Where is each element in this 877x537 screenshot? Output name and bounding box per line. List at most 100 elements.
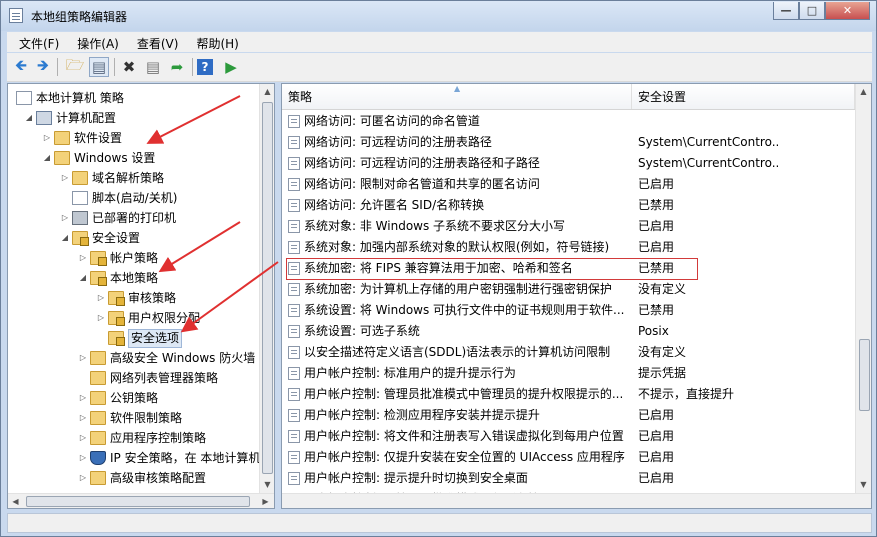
up-folder-icon[interactable]: 🗁 bbox=[65, 56, 85, 77]
policy-name: 用户帐户控制: 仅提升安装在安全位置的 UIAccess 应用程序 bbox=[304, 450, 625, 464]
menu-help[interactable]: 帮助(H) bbox=[184, 32, 244, 52]
tree-horizontal-scrollbar[interactable]: ◀ ▶ bbox=[8, 493, 274, 508]
policy-name: 用户帐户控制: 提示提升时切换到安全桌面 bbox=[304, 471, 528, 485]
policy-row[interactable]: 网络访问: 可远程访问的注册表路径 System\CurrentContro... bbox=[282, 132, 855, 153]
tree-pane: 本地计算机 策略 ◢ 计算机配置 ▷ 软件设置 ◢ Windows 设置 ▷ 域名解析策略 脚本(… bbox=[7, 83, 275, 509]
menu-action[interactable]: 操作(A) bbox=[65, 32, 125, 52]
security-setting-value: 不提示，直接提升 bbox=[638, 387, 735, 401]
back-icon[interactable]: 🡸 bbox=[11, 56, 31, 77]
policy-item-icon bbox=[288, 304, 300, 317]
policy-item-icon bbox=[288, 409, 300, 422]
security-setting-value: 已禁用 bbox=[638, 198, 675, 212]
policy-item-icon bbox=[288, 241, 300, 254]
expand-icon[interactable]: ▷ bbox=[60, 168, 70, 188]
scroll-right-icon[interactable]: ▶ bbox=[258, 494, 273, 508]
folder-icon bbox=[90, 371, 106, 385]
expand-icon[interactable]: ▷ bbox=[78, 408, 88, 428]
policy-row[interactable]: 用户帐户控制: 管理员批准模式中管理员的提升权限提示的... 不提示，直接提升 bbox=[282, 384, 855, 405]
policy-name: 系统加密: 将 FIPS 兼容算法用于加密、哈希和签名 bbox=[304, 261, 573, 275]
policy-row[interactable]: 网络访问: 可远程访问的注册表路径和子路径 System\CurrentContr… bbox=[282, 153, 855, 174]
policy-row[interactable]: 用户帐户控制: 提示提升时切换到安全桌面 已启用 bbox=[282, 468, 855, 489]
policy-row[interactable]: 系统设置: 可选子系统 Posix bbox=[282, 321, 855, 342]
forward-icon[interactable]: 🡺 bbox=[33, 56, 53, 77]
delete-icon[interactable]: ✖ bbox=[119, 57, 139, 77]
expand-icon[interactable]: ▷ bbox=[96, 288, 106, 308]
minimize-button[interactable]: — bbox=[773, 2, 799, 20]
properties-icon[interactable]: ▤ bbox=[143, 57, 163, 77]
menu-file[interactable]: 文件(F) bbox=[7, 32, 65, 52]
expand-icon[interactable]: ▷ bbox=[78, 468, 88, 488]
action-pane-icon[interactable]: ▶ bbox=[221, 57, 241, 77]
maximize-button[interactable]: □ bbox=[799, 2, 825, 20]
export-list-icon[interactable]: ➦ bbox=[167, 57, 187, 77]
policy-row[interactable]: 以安全描述符定义语言(SDDL)语法表示的计算机访问限制 没有定义 bbox=[282, 342, 855, 363]
policy-row[interactable]: 网络访问: 限制对命名管道和共享的匿名访问 已启用 bbox=[282, 174, 855, 195]
policy-row[interactable]: 网络访问: 允许匿名 SID/名称转换 已禁用 bbox=[282, 195, 855, 216]
show-tree-icon[interactable]: ▤ bbox=[89, 57, 109, 77]
scroll-up-icon[interactable]: ▲ bbox=[856, 84, 871, 99]
collapse-icon[interactable]: ◢ bbox=[42, 148, 52, 168]
policy-row[interactable]: 用户帐户控制: 仅提升安装在安全位置的 UIAccess 应用程序 已启用 bbox=[282, 447, 855, 468]
security-setting-value: 没有定义 bbox=[638, 282, 687, 296]
scroll-down-icon[interactable]: ▼ bbox=[856, 477, 871, 492]
tree-hscroll-thumb[interactable] bbox=[26, 496, 250, 507]
help-icon[interactable]: ? bbox=[197, 59, 213, 75]
tree-vertical-scrollbar[interactable]: ▲ ▼ bbox=[259, 84, 274, 493]
expand-icon[interactable]: ▷ bbox=[78, 248, 88, 268]
expand-icon[interactable]: ▷ bbox=[78, 348, 88, 368]
scroll-down-icon[interactable]: ▼ bbox=[260, 477, 274, 492]
expand-icon[interactable]: ▷ bbox=[42, 128, 52, 148]
column-header-security-setting[interactable]: 安全设置 bbox=[632, 84, 855, 109]
expand-icon[interactable]: ▷ bbox=[78, 448, 88, 468]
folder-icon bbox=[54, 131, 70, 145]
policy-item-icon bbox=[288, 283, 300, 296]
scroll-up-icon[interactable]: ▲ bbox=[260, 84, 274, 99]
collapse-icon[interactable]: ◢ bbox=[60, 228, 70, 248]
policy-row[interactable]: 系统对象: 加强内部系统对象的默认权限(例如，符号链接) 已启用 bbox=[282, 237, 855, 258]
tree-item-label: 帐户策略 bbox=[110, 251, 159, 265]
policy-row[interactable]: 用户帐户控制: 标准用户的提升提示行为 提示凭据 bbox=[282, 363, 855, 384]
tree-scroll-thumb[interactable] bbox=[262, 102, 273, 474]
policy-name: 网络访问: 可远程访问的注册表路径 bbox=[304, 135, 492, 149]
policy-item-icon bbox=[288, 430, 300, 443]
collapse-icon[interactable]: ◢ bbox=[78, 268, 88, 288]
policy-row[interactable]: 网络访问: 可匿名访问的命名管道 bbox=[282, 111, 855, 132]
policy-row[interactable]: 用户帐户控制: 将文件和注册表写入错误虚拟化到每用户位置 已启用 bbox=[282, 426, 855, 447]
tree-item-label: 高级审核策略配置 bbox=[110, 471, 207, 485]
gpedit-app-icon bbox=[9, 8, 23, 23]
policy-item-icon bbox=[288, 367, 300, 380]
shield-icon bbox=[90, 451, 106, 465]
title-bar[interactable]: 本地组策略编辑器 — □ ✕ bbox=[1, 1, 876, 31]
policy-row[interactable]: 系统对象: 非 Windows 子系统不要求区分大小写 已启用 bbox=[282, 216, 855, 237]
policy-icon bbox=[16, 91, 32, 105]
policy-row[interactable]: 系统加密: 为计算机上存储的用户密钥强制进行强密钥保护 没有定义 bbox=[282, 279, 855, 300]
list-horizontal-scrollbar[interactable] bbox=[282, 493, 871, 508]
policy-name: 网络访问: 限制对命名管道和共享的匿名访问 bbox=[304, 177, 540, 191]
policy-row[interactable]: 系统设置: 将 Windows 可执行文件中的证书规则用于软件... 已禁用 bbox=[282, 300, 855, 321]
policy-item-icon bbox=[288, 472, 300, 485]
expand-icon[interactable]: ▷ bbox=[96, 308, 106, 328]
policy-item-icon bbox=[288, 451, 300, 464]
list-header: 策略 ▲ 安全设置 bbox=[282, 84, 855, 110]
collapse-icon[interactable]: ◢ bbox=[24, 108, 34, 128]
security-setting-value: 没有定义 bbox=[638, 345, 687, 359]
policy-item-icon bbox=[288, 178, 300, 191]
policy-item-icon bbox=[288, 346, 300, 359]
secure-folder-icon bbox=[108, 331, 125, 346]
policy-row[interactable]: 系统加密: 将 FIPS 兼容算法用于加密、哈希和签名 已禁用 bbox=[282, 258, 855, 279]
menu-view[interactable]: 查看(V) bbox=[125, 32, 185, 52]
list-vertical-scrollbar[interactable]: ▲ ▼ bbox=[855, 84, 871, 493]
expand-icon[interactable]: ▷ bbox=[60, 208, 70, 228]
list-scroll-thumb[interactable] bbox=[859, 339, 870, 411]
tree-item-label: 软件设置 bbox=[74, 131, 123, 145]
expand-icon[interactable]: ▷ bbox=[78, 428, 88, 448]
scroll-left-icon[interactable]: ◀ bbox=[8, 494, 23, 508]
tree-item-label: 计算机配置 bbox=[56, 111, 117, 125]
secure-folder-icon bbox=[108, 311, 125, 326]
tree-item-label: 公钥策略 bbox=[110, 391, 159, 405]
policy-row[interactable]: 用户帐户控制: 检测应用程序安装并提示提升 已启用 bbox=[282, 405, 855, 426]
secure-folder-icon bbox=[72, 231, 89, 246]
policy-name: 系统设置: 可选子系统 bbox=[304, 324, 420, 338]
expand-icon[interactable]: ▷ bbox=[78, 388, 88, 408]
close-button[interactable]: ✕ bbox=[825, 2, 870, 20]
